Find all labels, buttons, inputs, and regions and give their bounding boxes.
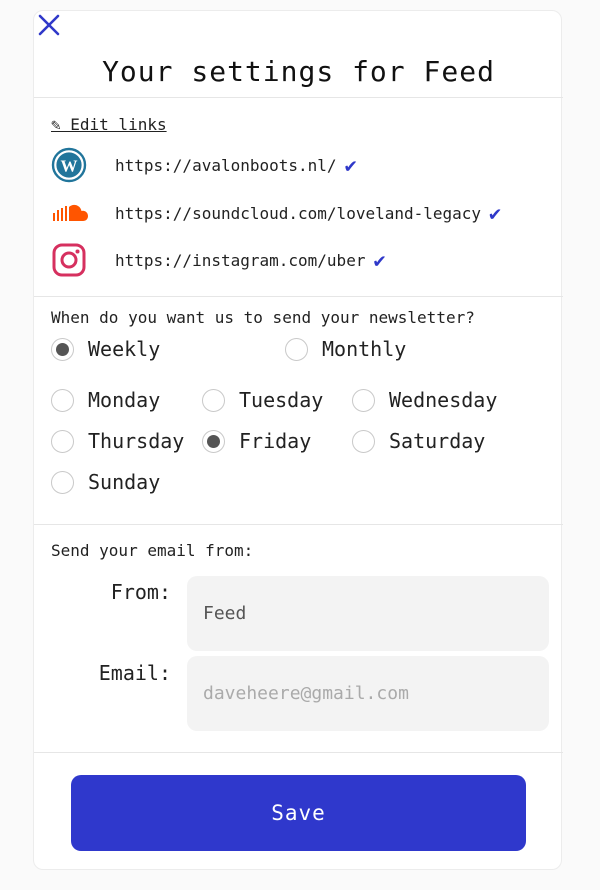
radio-circle[interactable] [51,388,74,412]
divider [34,752,563,753]
radio-circle[interactable] [51,337,74,361]
verified-check-icon: ✔ [373,248,386,272]
link-url[interactable]: https://instagram.com/uber [115,251,365,270]
radio-circle[interactable] [285,337,308,361]
radio-selected-dot [207,434,220,448]
radio-label: Friday [239,429,312,453]
radio-label: Tuesday [239,388,324,412]
divider [34,524,563,525]
radio-label: Sunday [88,470,161,494]
close-icon[interactable] [36,12,62,38]
verified-check-icon: ✔ [489,201,502,225]
radio-friday[interactable]: Friday [202,429,311,453]
link-url[interactable]: https://avalonboots.nl/ [115,156,337,175]
radio-weekly[interactable]: Weekly [51,337,160,361]
radio-circle[interactable] [352,388,375,412]
page-title: Your settings for Feed [102,55,495,88]
radio-circle[interactable] [352,429,375,453]
email-field[interactable] [187,656,549,731]
radio-label: Monday [88,388,161,412]
sender-heading: Send your email from: [51,541,254,560]
radio-monday[interactable]: Monday [51,388,160,412]
radio-monthly[interactable]: Monthly [285,337,406,361]
from-label: From: [110,580,171,604]
soundcloud-icon [51,193,97,233]
radio-selected-dot [56,342,69,356]
email-label: Email: [98,661,171,685]
instagram-icon [51,240,97,280]
wordpress-icon: W [51,145,97,185]
frequency-question: When do you want us to send your newslet… [51,308,475,327]
radio-label: Saturday [389,429,486,453]
radio-circle[interactable] [202,429,225,453]
from-field[interactable] [187,576,549,651]
settings-card: Your settings for Feed ✎ Edit links W ht… [33,10,563,870]
link-item-soundcloud: https://soundcloud.com/loveland-legacy ✔ [51,193,551,233]
radio-label: Monthly [322,337,407,361]
radio-label: Weekly [88,337,161,361]
radio-label: Thursday [88,429,185,453]
radio-wednesday[interactable]: Wednesday [352,388,497,412]
svg-text:W: W [61,157,78,176]
divider [34,97,563,98]
radio-circle[interactable] [202,388,225,412]
radio-label: Wednesday [389,388,498,412]
link-url[interactable]: https://soundcloud.com/loveland-legacy [115,204,481,223]
radio-circle[interactable] [51,429,74,453]
radio-thursday[interactable]: Thursday [51,429,184,453]
divider [34,296,563,297]
verified-check-icon: ✔ [344,153,357,177]
link-item-wordpress: W https://avalonboots.nl/ ✔ [51,145,551,185]
radio-circle[interactable] [51,470,74,494]
save-button[interactable]: Save [71,775,526,851]
radio-sunday[interactable]: Sunday [51,470,160,494]
edit-links-link[interactable]: ✎ Edit links [51,115,167,134]
radio-saturday[interactable]: Saturday [352,429,485,453]
radio-tuesday[interactable]: Tuesday [202,388,323,412]
link-item-instagram: https://instagram.com/uber ✔ [51,240,551,280]
